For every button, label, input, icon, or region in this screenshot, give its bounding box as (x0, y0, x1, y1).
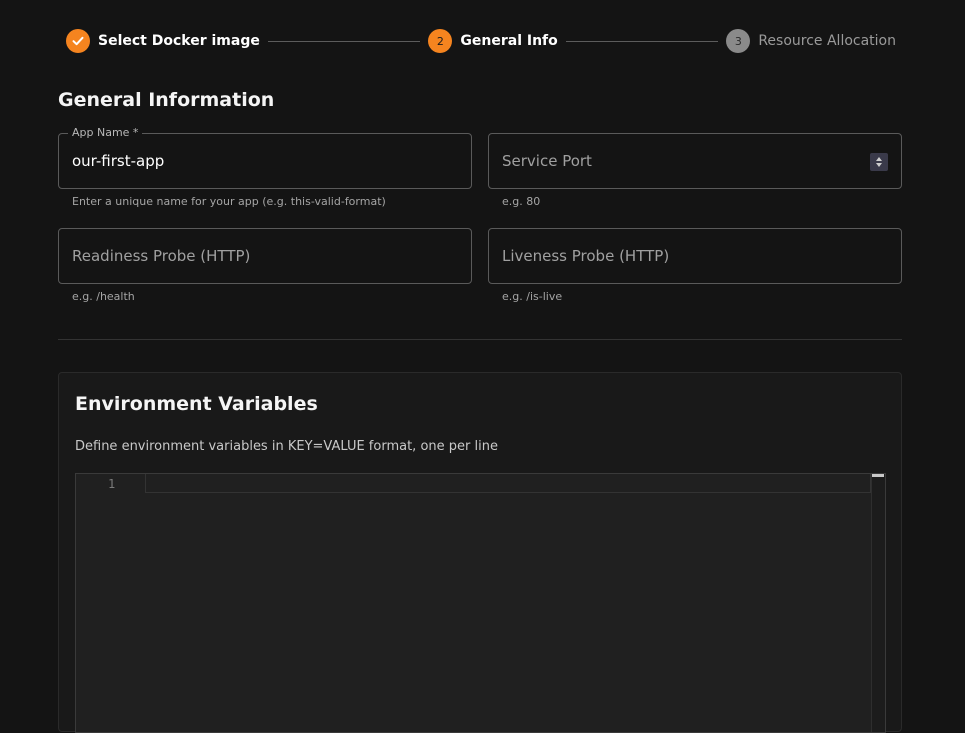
number-spinner-icon[interactable] (870, 153, 888, 171)
step-done-circle (66, 29, 90, 53)
check-icon (72, 36, 84, 46)
readiness-probe-input[interactable]: Readiness Probe (HTTP) (72, 229, 431, 283)
app-name-field[interactable]: App Name * our-first-app (58, 126, 472, 189)
env-vars-editor[interactable]: 1 (75, 473, 886, 733)
editor-scroll-thumb[interactable] (872, 474, 884, 477)
step-select-docker-image[interactable]: Select Docker image (66, 29, 260, 53)
service-port-helper: e.g. 80 (502, 195, 541, 208)
app-name-input[interactable]: our-first-app (72, 134, 431, 188)
step-general-info[interactable]: 2 General Info (428, 29, 558, 53)
spinner-down-icon[interactable] (876, 163, 882, 167)
line-number: 1 (108, 477, 116, 491)
liveness-probe-helper: e.g. /is-live (502, 290, 563, 303)
editor-current-line[interactable] (145, 474, 871, 493)
step-connector (565, 40, 719, 42)
page-title: General Information (58, 89, 275, 111)
step-number-circle: 2 (428, 29, 453, 53)
step-resource-allocation[interactable]: 3 Resource Allocation (726, 29, 896, 53)
step-label-general-info: General Info (460, 33, 558, 49)
step-label-select-docker-image: Select Docker image (98, 33, 260, 49)
stepper: Select Docker image 2 General Info 3 Res… (66, 29, 896, 53)
service-port-input[interactable]: Service Port (502, 134, 861, 188)
env-vars-title: Environment Variables (75, 393, 318, 415)
section-divider (58, 339, 902, 340)
readiness-probe-field[interactable]: Readiness Probe (HTTP) (58, 228, 472, 284)
step-number-circle: 3 (726, 29, 751, 53)
liveness-probe-input[interactable]: Liveness Probe (HTTP) (502, 229, 861, 283)
editor-gutter: 1 (76, 474, 146, 732)
editor-scrollbar[interactable] (871, 474, 885, 732)
env-vars-card: Environment Variables Define environment… (58, 372, 902, 733)
liveness-probe-field[interactable]: Liveness Probe (HTTP) (488, 228, 902, 284)
step-label-resource-allocation: Resource Allocation (758, 33, 896, 49)
readiness-probe-helper: e.g. /health (72, 290, 135, 303)
env-vars-description: Define environment variables in KEY=VALU… (75, 439, 498, 454)
app-name-helper: Enter a unique name for your app (e.g. t… (72, 195, 386, 208)
service-port-field[interactable]: Service Port (488, 133, 902, 189)
spinner-up-icon[interactable] (876, 157, 882, 161)
step-connector (267, 40, 421, 42)
